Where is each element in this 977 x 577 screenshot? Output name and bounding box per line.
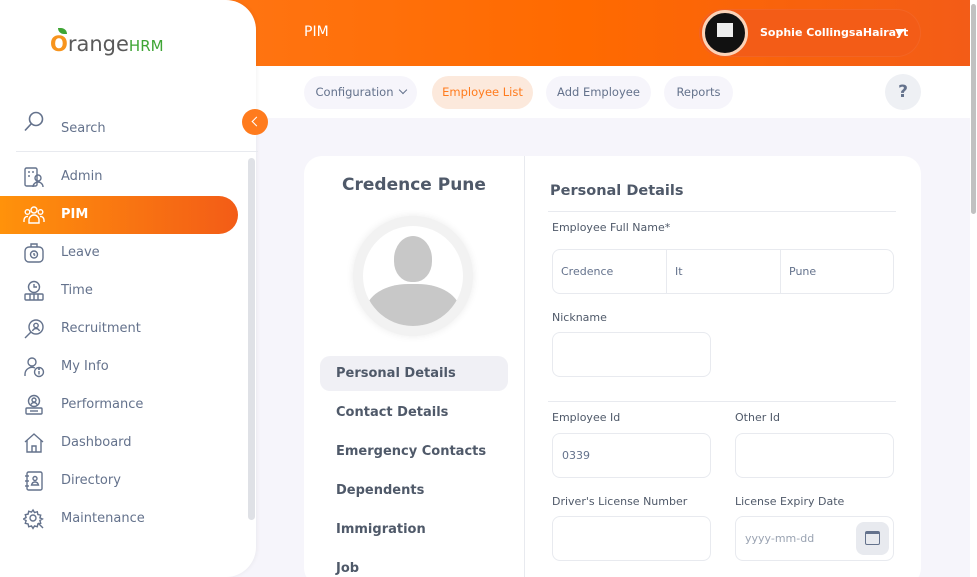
middle-name-field[interactable]: It <box>667 250 781 293</box>
chevron-left-icon <box>251 116 262 127</box>
section-title: Personal Details <box>550 183 684 199</box>
sidebar-item-performance[interactable]: Performance <box>0 386 238 424</box>
sidebar-item-label: Admin <box>61 169 103 184</box>
recruitment-icon <box>24 319 44 339</box>
nickname-field[interactable] <box>552 332 711 377</box>
tab-emergency-contacts[interactable]: Emergency Contacts <box>320 434 508 469</box>
tab-reports-label: Reports <box>676 85 721 99</box>
dashboard-icon <box>24 433 44 453</box>
maintenance-icon <box>23 508 44 530</box>
sidebar-collapse-button[interactable] <box>242 109 268 135</box>
license-number-field[interactable] <box>552 516 711 561</box>
caret-down-icon <box>895 29 905 35</box>
user-name: Sophie CollingsaHairayt <box>760 26 909 39</box>
sidebar-item-label: PIM <box>61 207 89 222</box>
sidebar-item-label: Recruitment <box>61 321 141 336</box>
sidebar-item-label: Time <box>61 283 93 298</box>
tab-contact-details[interactable]: Contact Details <box>320 395 508 430</box>
card-divider <box>524 156 525 577</box>
sidebar-item-leave[interactable]: Leave <box>0 234 238 272</box>
full-name-group: Credence It Pune <box>552 249 894 294</box>
pim-icon <box>23 206 45 224</box>
tab-dependents[interactable]: Dependents <box>320 473 508 508</box>
sidebar-item-time[interactable]: Time <box>0 272 238 310</box>
license-expiry-label: License Expiry Date <box>735 495 845 508</box>
nickname-label: Nickname <box>552 311 607 324</box>
tab-job[interactable]: Job <box>320 551 508 577</box>
sidebar-item-label: Directory <box>61 473 121 488</box>
my-info-icon <box>24 357 45 378</box>
date-placeholder: yyyy-mm-dd <box>745 532 815 545</box>
time-icon <box>24 280 44 301</box>
sidebar-item-label: Dashboard <box>61 435 132 450</box>
user-avatar <box>702 10 748 56</box>
sidebar-scrollbar[interactable] <box>248 158 255 520</box>
tab-reports[interactable]: Reports <box>664 76 733 109</box>
admin-icon <box>24 167 44 188</box>
calendar-icon <box>865 531 880 545</box>
sidebar-item-dashboard[interactable]: Dashboard <box>0 424 238 462</box>
sidebar-item-pim[interactable]: PIM <box>0 196 238 234</box>
tab-immigration[interactable]: Immigration <box>320 512 508 547</box>
sidebar-item-label: Leave <box>61 245 100 260</box>
sub-navigation: Configuration Employee List Add Employee… <box>256 66 970 118</box>
sidebar-search-label: Search <box>61 121 106 136</box>
sidebar-item-label: Maintenance <box>61 511 145 526</box>
tab-personal-details[interactable]: Personal Details <box>320 356 508 391</box>
sidebar-item-my-info[interactable]: My Info <box>0 348 238 386</box>
tab-add-employee-label: Add Employee <box>557 85 640 99</box>
employee-id-label: Employee Id <box>552 411 621 424</box>
license-expiry-field[interactable]: yyyy-mm-dd <box>735 516 894 561</box>
search-icon <box>24 111 44 132</box>
employee-name: Credence Pune <box>342 175 486 195</box>
tab-employee-list[interactable]: Employee List <box>432 76 533 109</box>
user-dropdown[interactable]: Sophie CollingsaHairayt <box>699 9 921 57</box>
sidebar-item-admin[interactable]: Admin <box>0 158 238 196</box>
section-divider <box>548 211 896 212</box>
tab-add-employee[interactable]: Add Employee <box>546 76 651 109</box>
leave-icon <box>24 243 44 263</box>
employee-photo[interactable] <box>353 216 473 336</box>
calendar-button[interactable] <box>856 522 889 555</box>
tab-employee-list-label: Employee List <box>442 85 523 99</box>
directory-icon <box>25 471 43 491</box>
form-divider <box>548 401 896 402</box>
sidebar-item-maintenance[interactable]: Maintenance <box>0 500 238 538</box>
employee-details-card: Credence Pune Personal Details Contact D… <box>304 156 921 577</box>
tab-configuration[interactable]: Configuration <box>304 76 417 109</box>
sidebar-item-recruitment[interactable]: Recruitment <box>0 310 238 348</box>
sidebar-item-label: My Info <box>61 359 109 374</box>
sidebar-item-label: Performance <box>61 397 144 412</box>
full-name-label: Employee Full Name* <box>552 221 671 234</box>
other-id-label: Other Id <box>735 411 780 424</box>
sidebar: OrangeHRM Search Admin PIM Leave Time Re… <box>0 0 258 577</box>
orangehrm-logo: OrangeHRM <box>50 28 164 56</box>
employee-id-field[interactable]: 0339 <box>552 433 711 478</box>
sidebar-item-directory[interactable]: Directory <box>0 462 238 500</box>
page-scrollbar[interactable] <box>970 0 977 577</box>
first-name-field[interactable]: Credence <box>553 250 667 293</box>
module-title: PIM <box>304 24 329 40</box>
other-id-field[interactable] <box>735 433 894 478</box>
tab-configuration-label: Configuration <box>315 85 394 99</box>
sidebar-search[interactable]: Search <box>16 108 258 152</box>
performance-icon <box>25 394 43 415</box>
license-number-label: Driver's License Number <box>552 495 688 508</box>
chevron-down-icon <box>398 85 407 95</box>
help-button[interactable]: ? <box>885 74 921 110</box>
last-name-field[interactable]: Pune <box>781 250 893 293</box>
